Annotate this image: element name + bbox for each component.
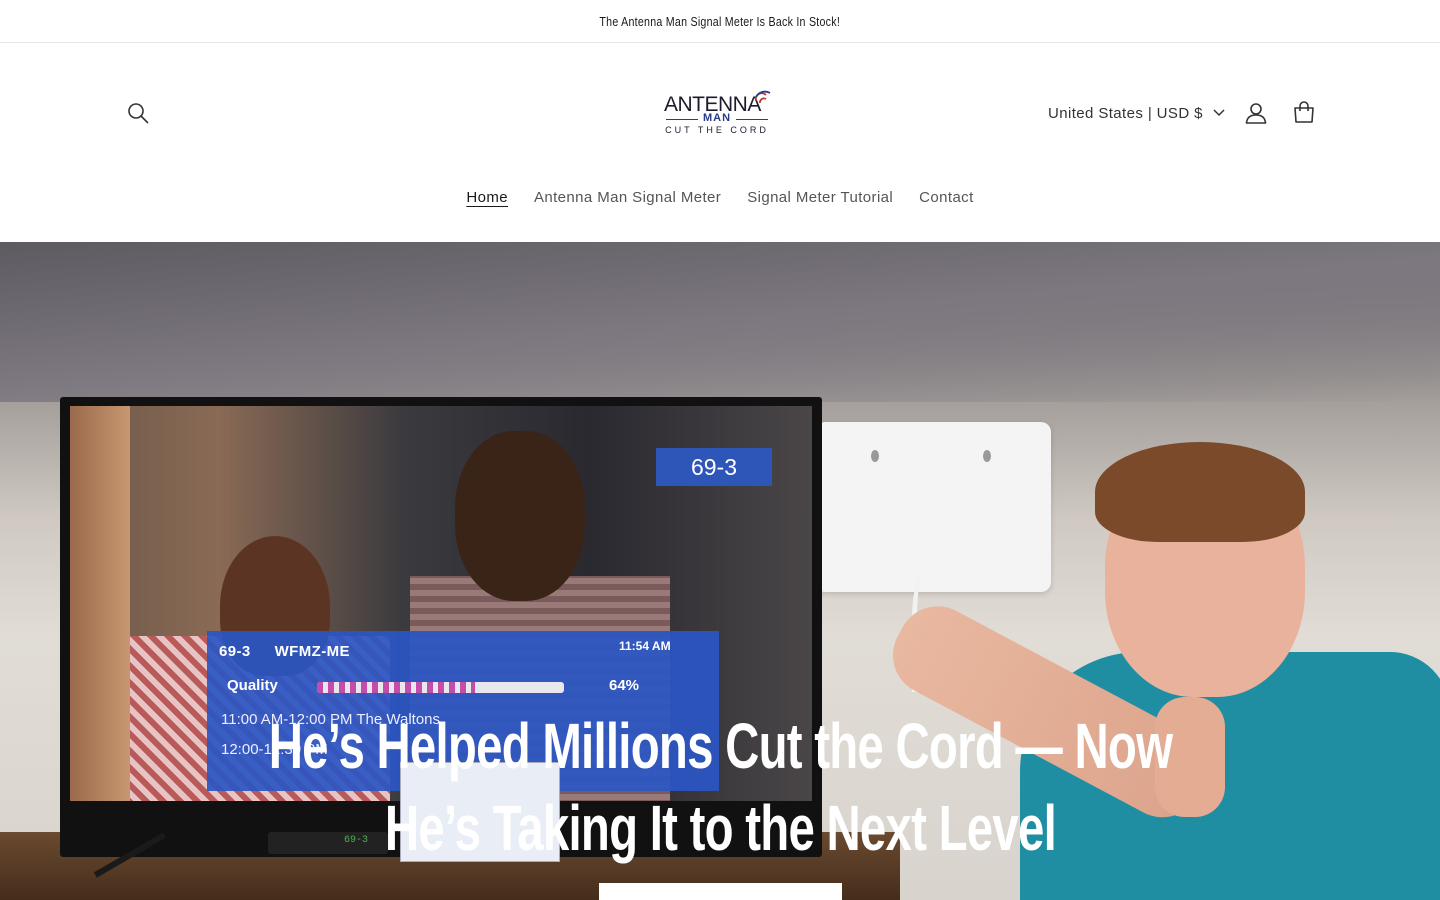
tv-channel-badge: 69-3 (656, 448, 772, 486)
account-icon (1245, 103, 1267, 124)
logo-tagline: CUT THE CORD (665, 125, 769, 135)
logo-text-man: MAN (660, 112, 774, 124)
nav-item-contact[interactable]: Contact (906, 189, 987, 206)
hero-headline: He’s Helped Millions Cut the Cord — Now … (0, 705, 1440, 869)
hero-ceiling (0, 242, 1440, 402)
main-navigation: Home Antenna Man Signal Meter Signal Met… (0, 181, 1440, 213)
osd-channel-row: 69-3 WFMZ-ME (219, 643, 350, 660)
scene-person-man (455, 431, 585, 601)
presenter-hair (1095, 442, 1305, 542)
hero-cta-button[interactable] (599, 883, 842, 900)
osd-quality-label: Quality (227, 677, 278, 694)
announcement-text: The Antenna Man Signal Meter Is Back In … (599, 13, 841, 29)
hero-banner: 69-3 69-3 WFMZ-ME 11:54 AM Quality 64% 11… (0, 242, 1440, 900)
antenna-hole (871, 450, 879, 462)
chevron-down-icon (1213, 109, 1225, 117)
search-button[interactable] (120, 95, 156, 131)
account-button[interactable] (1238, 95, 1274, 131)
antenna-hole (983, 450, 991, 462)
site-header: ANTENNA MAN CUT THE CORD United States |… (0, 43, 1440, 242)
osd-quality-value: 64% (609, 677, 640, 694)
currency-label: United States | USD $ (1048, 104, 1203, 122)
cart-button[interactable] (1286, 95, 1322, 131)
osd-quality-bar (317, 682, 564, 693)
osd-channel: 69-3 (219, 643, 251, 660)
osd-station: WFMZ-ME (274, 643, 350, 660)
flat-antenna-image (815, 422, 1051, 592)
osd-quality-fill (317, 682, 476, 693)
signal-waves-icon (754, 90, 771, 104)
osd-time: 11:54 AM (619, 639, 671, 653)
country-currency-selector[interactable]: United States | USD $ (1048, 99, 1225, 127)
hero-headline-line1: He’s Helped Millions Cut the Cord — Now (268, 710, 1172, 782)
nav-item-home[interactable]: Home (453, 189, 521, 206)
site-logo[interactable]: ANTENNA MAN CUT THE CORD (660, 85, 780, 141)
cart-icon (1294, 101, 1314, 123)
hero-headline-line2: He’s Taking It to the Next Level (384, 792, 1056, 864)
search-icon (128, 103, 149, 124)
nav-item-signal-meter[interactable]: Antenna Man Signal Meter (521, 189, 734, 206)
announcement-bar: The Antenna Man Signal Meter Is Back In … (0, 0, 1440, 43)
nav-item-tutorial[interactable]: Signal Meter Tutorial (734, 189, 906, 206)
